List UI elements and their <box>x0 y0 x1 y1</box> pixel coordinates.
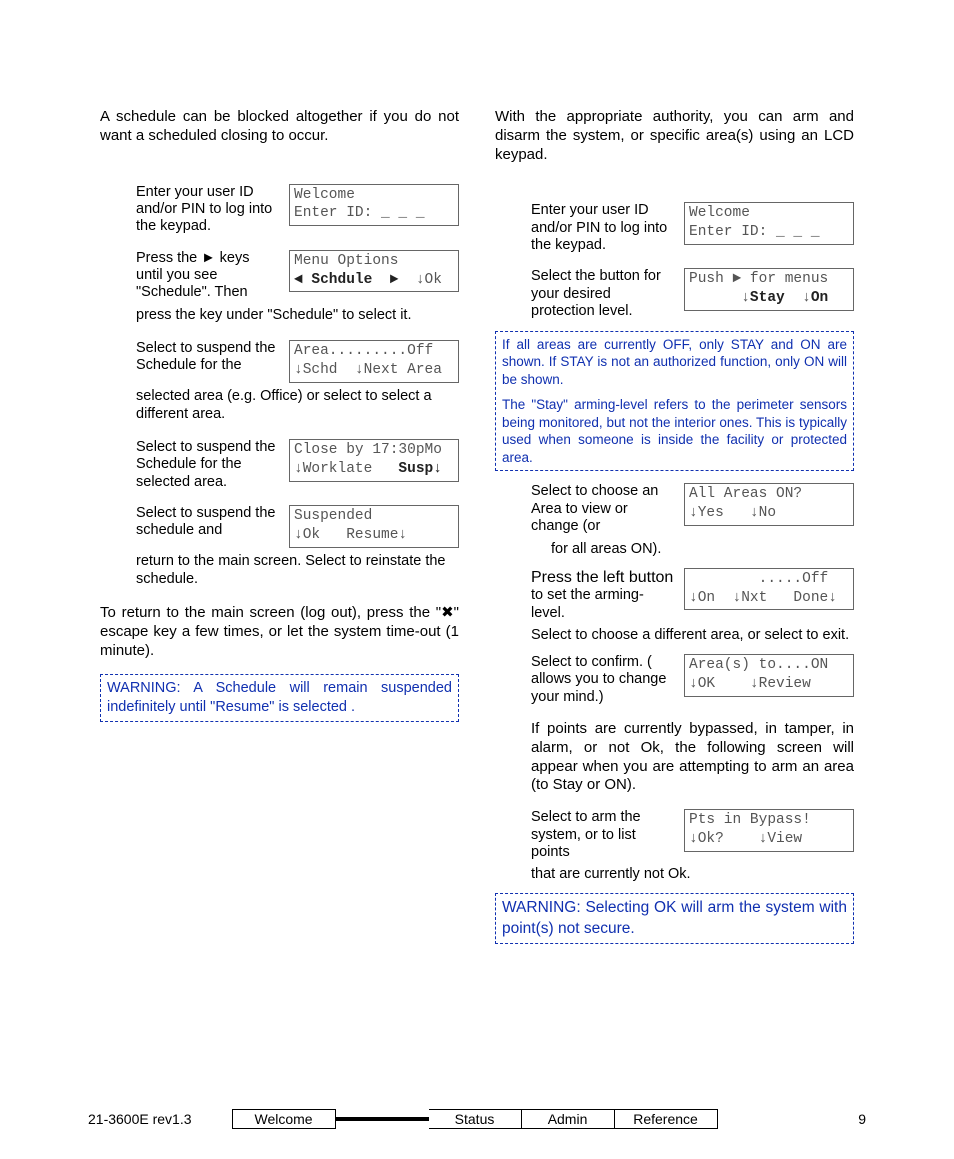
lcd-display: Welcome Enter ID: _ _ _ <box>289 184 459 227</box>
step: Select to suspend the schedule and Suspe… <box>100 505 459 548</box>
step: Enter your user ID and/or PIN to log int… <box>100 184 459 236</box>
lcd-display: .....Off ↓On ↓Nxt Done↓ <box>684 568 854 611</box>
lcd-display: Pts in Bypass! ↓Ok? ↓View <box>684 809 854 852</box>
step-cont: return to the main screen. Select to rei… <box>100 552 459 588</box>
lcd-line: Enter ID: _ _ _ <box>689 224 820 240</box>
note-text: If all areas are currently OFF, only STA… <box>502 336 847 389</box>
step: Select to confirm. ( allows you to chang… <box>495 654 854 706</box>
page-number: 9 <box>858 1111 866 1127</box>
note-text: The "Stay" arming-level refers to the pe… <box>502 396 847 466</box>
return-paragraph: To return to the main screen (log out), … <box>100 604 459 660</box>
lcd-line: Susp↓ <box>398 461 442 477</box>
lcd-display: Menu Options ◄ Schdule ► ↓Ok <box>289 250 459 293</box>
footer-tab: Welcome <box>232 1109 336 1129</box>
step-text: Enter your user ID and/or PIN to log int… <box>136 184 279 236</box>
step-text: Select to choose an Area to view or chan… <box>531 483 674 535</box>
step-cont: Select to choose a different area, or se… <box>495 626 854 644</box>
lcd-line: ◄ Schdule ► <box>294 272 398 288</box>
lcd-line: ↓Ok Resume↓ <box>294 527 407 543</box>
lcd-line: Area(s) to....ON <box>689 657 828 673</box>
document-page: A schedule can be blocked altogether if … <box>0 0 954 1159</box>
step-text-b: to set the arming-level. <box>531 587 644 620</box>
warning-box: WARNING: Selecting OK will arm the syste… <box>495 893 854 943</box>
footer-tab: Reference <box>615 1109 718 1129</box>
note-box: If all areas are currently OFF, only STA… <box>495 331 854 472</box>
step-text: Select to arm the system, or to list poi… <box>531 809 674 861</box>
lcd-display: Welcome Enter ID: _ _ _ <box>684 202 854 245</box>
lcd-line: ↓Yes ↓No <box>689 505 776 521</box>
step: Press the left button to set the arming-… <box>495 568 854 622</box>
step-text-a: Press the left button <box>531 569 673 586</box>
footer-inner: 21-3600E rev1.3 Welcome Status Admin Ref… <box>88 1109 866 1129</box>
step-text: Press the left button to set the arming-… <box>531 568 674 622</box>
step-text: Press the ► keys until you see "Schedule… <box>136 250 279 302</box>
lcd-line: ↓Ok <box>398 272 442 288</box>
lcd-display: Area(s) to....ON ↓OK ↓Review <box>684 654 854 697</box>
lcd-line: ↓OK ↓Review <box>689 676 811 692</box>
step: Enter your user ID and/or PIN to log int… <box>495 202 854 254</box>
lcd-line: ↓Schd ↓Next Area <box>294 362 442 378</box>
step-cont: for all areas ON). <box>495 540 854 558</box>
step-text: Enter your user ID and/or PIN to log int… <box>531 202 674 254</box>
intro-paragraph: With the appropriate authority, you can … <box>495 108 854 164</box>
footer-tab: Status <box>429 1109 522 1129</box>
step-cont: that are currently not Ok. <box>495 865 854 883</box>
lcd-display: Close by 17:30pMo ↓Worklate Susp↓ <box>289 439 459 482</box>
intro-paragraph: A schedule can be blocked altogether if … <box>100 108 459 146</box>
step-text: Select to suspend the Schedule for the <box>136 340 279 375</box>
step: Select to suspend the Schedule for the s… <box>100 439 459 491</box>
step-text: Select to confirm. ( allows you to chang… <box>531 654 674 706</box>
step-text: Select to suspend the Schedule for the s… <box>136 439 279 491</box>
lcd-line: ↓ <box>689 290 750 306</box>
two-column-layout: A schedule can be blocked altogether if … <box>100 108 854 956</box>
step-text: Select the button for your desired prote… <box>531 268 674 320</box>
lcd-line: Stay <box>750 290 785 306</box>
lcd-line: Push ► for menus <box>689 271 828 287</box>
step: Select the button for your desired prote… <box>495 268 854 320</box>
lcd-line: Close by 17:30pMo <box>294 442 442 458</box>
lcd-line: Enter ID: _ _ _ <box>294 205 425 221</box>
lcd-line: ↓On ↓Nxt Done↓ <box>689 590 837 606</box>
lcd-line: All Areas ON? <box>689 486 802 502</box>
step-text: Select to suspend the schedule and <box>136 505 279 540</box>
lcd-line: Pts in Bypass! <box>689 812 811 828</box>
lcd-line: Menu Options <box>294 253 398 269</box>
lcd-display: Suspended ↓Ok Resume↓ <box>289 505 459 548</box>
lcd-display: Area.........Off ↓Schd ↓Next Area <box>289 340 459 383</box>
lcd-line: .....Off <box>689 571 828 587</box>
footer-tab: Admin <box>522 1109 615 1129</box>
lcd-line: On <box>811 290 828 306</box>
step-cont: selected area (e.g. Office) or select to… <box>100 387 459 423</box>
lcd-line: Welcome <box>294 187 355 203</box>
lcd-display: Push ► for menus ↓Stay ↓On <box>684 268 854 311</box>
lcd-line: Area.........Off <box>294 343 433 359</box>
doc-revision: 21-3600E rev1.3 <box>88 1111 192 1127</box>
lcd-line: ↓Worklate <box>294 461 398 477</box>
mid-paragraph: If points are currently bypassed, in tam… <box>495 720 854 795</box>
footer-tab-active <box>336 1117 429 1121</box>
step: Select to arm the system, or to list poi… <box>495 809 854 861</box>
lcd-line: ↓Ok? ↓View <box>689 831 802 847</box>
lcd-line: Welcome <box>689 205 750 221</box>
step: Press the ► keys until you see "Schedule… <box>100 250 459 302</box>
right-column: With the appropriate authority, you can … <box>495 108 854 956</box>
lcd-line: ↓ <box>785 290 811 306</box>
step-cont: press the key under "Schedule" to select… <box>100 306 459 324</box>
step: Select to suspend the Schedule for the A… <box>100 340 459 383</box>
lcd-display: All Areas ON? ↓Yes ↓No <box>684 483 854 526</box>
warning-box: WARNING: A Schedule will remain suspende… <box>100 674 459 722</box>
lcd-line: Suspended <box>294 508 372 524</box>
footer: 21-3600E rev1.3 Welcome Status Admin Ref… <box>88 1109 866 1129</box>
left-column: A schedule can be blocked altogether if … <box>100 108 459 956</box>
step: Select to choose an Area to view or chan… <box>495 483 854 535</box>
